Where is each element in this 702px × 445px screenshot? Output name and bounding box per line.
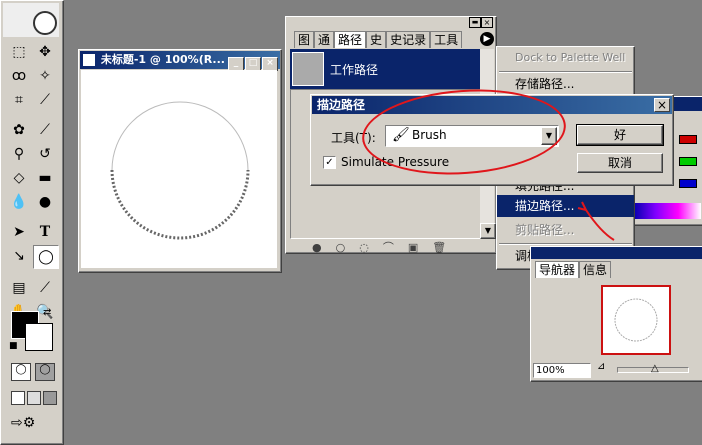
zoom-field[interactable]: 100%	[533, 363, 591, 378]
stroke-path-icon[interactable]: ○	[336, 241, 360, 254]
screen-mode-standard-icon[interactable]	[11, 391, 25, 405]
panel-minimize-button[interactable]: ▬	[469, 17, 481, 28]
marquee-tool-icon[interactable]: ⬚	[7, 41, 31, 63]
notes-tool-icon[interactable]: ▤	[7, 277, 31, 299]
history-brush-tool-icon[interactable]: ↺	[33, 143, 57, 165]
zoom-slider-thumb-icon[interactable]: △	[651, 364, 659, 374]
eyedropper-tool-icon[interactable]: ⟋	[33, 277, 57, 299]
toolbox: ⬚ ✥ ꝏ ✧ ⌗ ⟋ ✿ ⟋ ⚲ ↺ ◇ ▬ 💧 ● ➤ T ↘ ◯ ▤ ⟋ …	[0, 0, 64, 445]
paths-panel-tabs: 图通路径史史记录 工具	[294, 31, 484, 48]
work-path-row[interactable]: 工作路径	[290, 49, 480, 89]
paths-panel-titlebar: ▬ ×	[287, 17, 495, 29]
default-colors-icon[interactable]: ■	[9, 341, 18, 351]
background-color-swatch[interactable]	[25, 323, 53, 351]
dodge-tool-icon[interactable]: ●	[33, 191, 57, 213]
tab-layers[interactable]: 图	[294, 31, 315, 48]
paths-panel-footer: ●○◌⌒▣🗑	[312, 239, 482, 254]
healing-brush-tool-icon[interactable]: ✿	[7, 119, 31, 141]
green-slider-swatch[interactable]	[679, 157, 697, 166]
blur-tool-icon[interactable]: 💧	[7, 191, 31, 213]
maximize-button[interactable]: □	[245, 57, 261, 71]
crop-tool-icon[interactable]: ⌗	[7, 89, 31, 111]
canvas[interactable]	[81, 70, 277, 268]
menu-item-dock-to-palette-well[interactable]: Dock to Palette Well	[497, 47, 633, 69]
document-icon	[83, 54, 95, 66]
type-tool-icon[interactable]: T	[33, 221, 57, 243]
navigator-titlebar	[531, 247, 702, 259]
tab-tools[interactable]: 工具	[430, 31, 463, 48]
tool-grid: ⬚ ✥ ꝏ ✧ ⌗ ⟋ ✿ ⟋ ⚲ ↺ ◇ ▬ 💧 ● ➤ T ↘ ◯ ▤ ⟋ …	[7, 41, 61, 323]
document-titlebar[interactable]: 未标题-1 @ 100%(R... _ □ ×	[80, 51, 280, 71]
cancel-button[interactable]: 取消	[577, 153, 663, 173]
navigator-preview[interactable]	[601, 285, 671, 355]
gradient-tool-icon[interactable]: ▬	[33, 167, 57, 189]
slice-tool-icon[interactable]: ⟋	[33, 89, 57, 111]
tab-channels[interactable]: 通	[314, 31, 335, 48]
document-title: 未标题-1 @ 100%(R...	[100, 53, 225, 66]
panel-menu-button[interactable]: ▶	[480, 32, 494, 46]
brush-tool-icon[interactable]: ⟋	[33, 119, 57, 141]
new-path-icon[interactable]: ▣	[408, 241, 432, 254]
stroked-circle-path	[110, 101, 250, 240]
navigator-panel: 导航器 信息 100% ⊿ △	[530, 246, 702, 382]
blue-slider-swatch[interactable]	[679, 179, 697, 188]
toolbox-header	[3, 3, 59, 37]
dialog-title: 描边路径	[317, 98, 366, 112]
minimize-button[interactable]: _	[228, 57, 244, 71]
red-slider-swatch[interactable]	[679, 135, 697, 144]
move-tool-icon[interactable]: ✥	[33, 41, 57, 63]
menu-item-save-path[interactable]: 存储路径...	[497, 73, 633, 95]
screen-mode-full-icon[interactable]	[43, 391, 57, 405]
tab-history[interactable]: 史记录	[386, 31, 431, 48]
simulate-pressure-checkbox[interactable]: ✓	[323, 156, 336, 169]
path-selection-tool-icon[interactable]: ➤	[7, 221, 31, 243]
screen-mode-full-menu-icon[interactable]	[27, 391, 41, 405]
jump-to-imageready-icon[interactable]: ⇨⚙	[11, 415, 51, 435]
tab-navigator[interactable]: 导航器	[535, 261, 580, 278]
navigator-thumbnail-circle	[614, 298, 658, 342]
load-selection-icon[interactable]: ◌	[359, 241, 383, 254]
document-window: 未标题-1 @ 100%(R... _ □ ×	[78, 49, 282, 273]
tab-partial[interactable]: 史	[366, 31, 387, 48]
make-work-path-icon[interactable]: ⌒	[383, 241, 408, 254]
annotation-arrow	[577, 201, 615, 241]
clone-stamp-tool-icon[interactable]: ⚲	[7, 143, 31, 165]
lasso-tool-icon[interactable]: ꝏ	[7, 65, 31, 87]
fill-path-icon[interactable]: ●	[312, 241, 336, 254]
eraser-tool-icon[interactable]: ◇	[7, 167, 31, 189]
close-button[interactable]: ×	[262, 57, 278, 71]
path-thumbnail	[292, 52, 324, 86]
panel-close-button[interactable]: ×	[481, 17, 493, 28]
navigator-tabs: 导航器 信息	[535, 261, 612, 278]
swap-colors-icon[interactable]: ⇄	[43, 307, 51, 318]
scroll-down-arrow-icon[interactable]: ▼	[480, 223, 496, 239]
color-ramp[interactable]	[633, 203, 701, 219]
ellipse-tool-icon[interactable]: ◯	[33, 245, 59, 269]
quickmask-off-button[interactable]: ◯	[11, 363, 31, 381]
photoshop-eye-icon	[33, 11, 57, 35]
tab-paths[interactable]: 路径	[334, 31, 367, 48]
dialog-close-button[interactable]: ×	[654, 98, 670, 112]
ok-button[interactable]: 好	[576, 124, 664, 146]
quickmask-on-button[interactable]: ◯	[35, 363, 55, 381]
tab-info[interactable]: 信息	[579, 261, 612, 278]
zoom-out-icon[interactable]: ⊿	[597, 361, 605, 372]
pen-tool-icon[interactable]: ↘	[7, 245, 31, 267]
delete-path-icon[interactable]: 🗑	[432, 241, 460, 254]
work-path-label: 工作路径	[330, 63, 379, 77]
magic-wand-tool-icon[interactable]: ✧	[33, 65, 57, 87]
